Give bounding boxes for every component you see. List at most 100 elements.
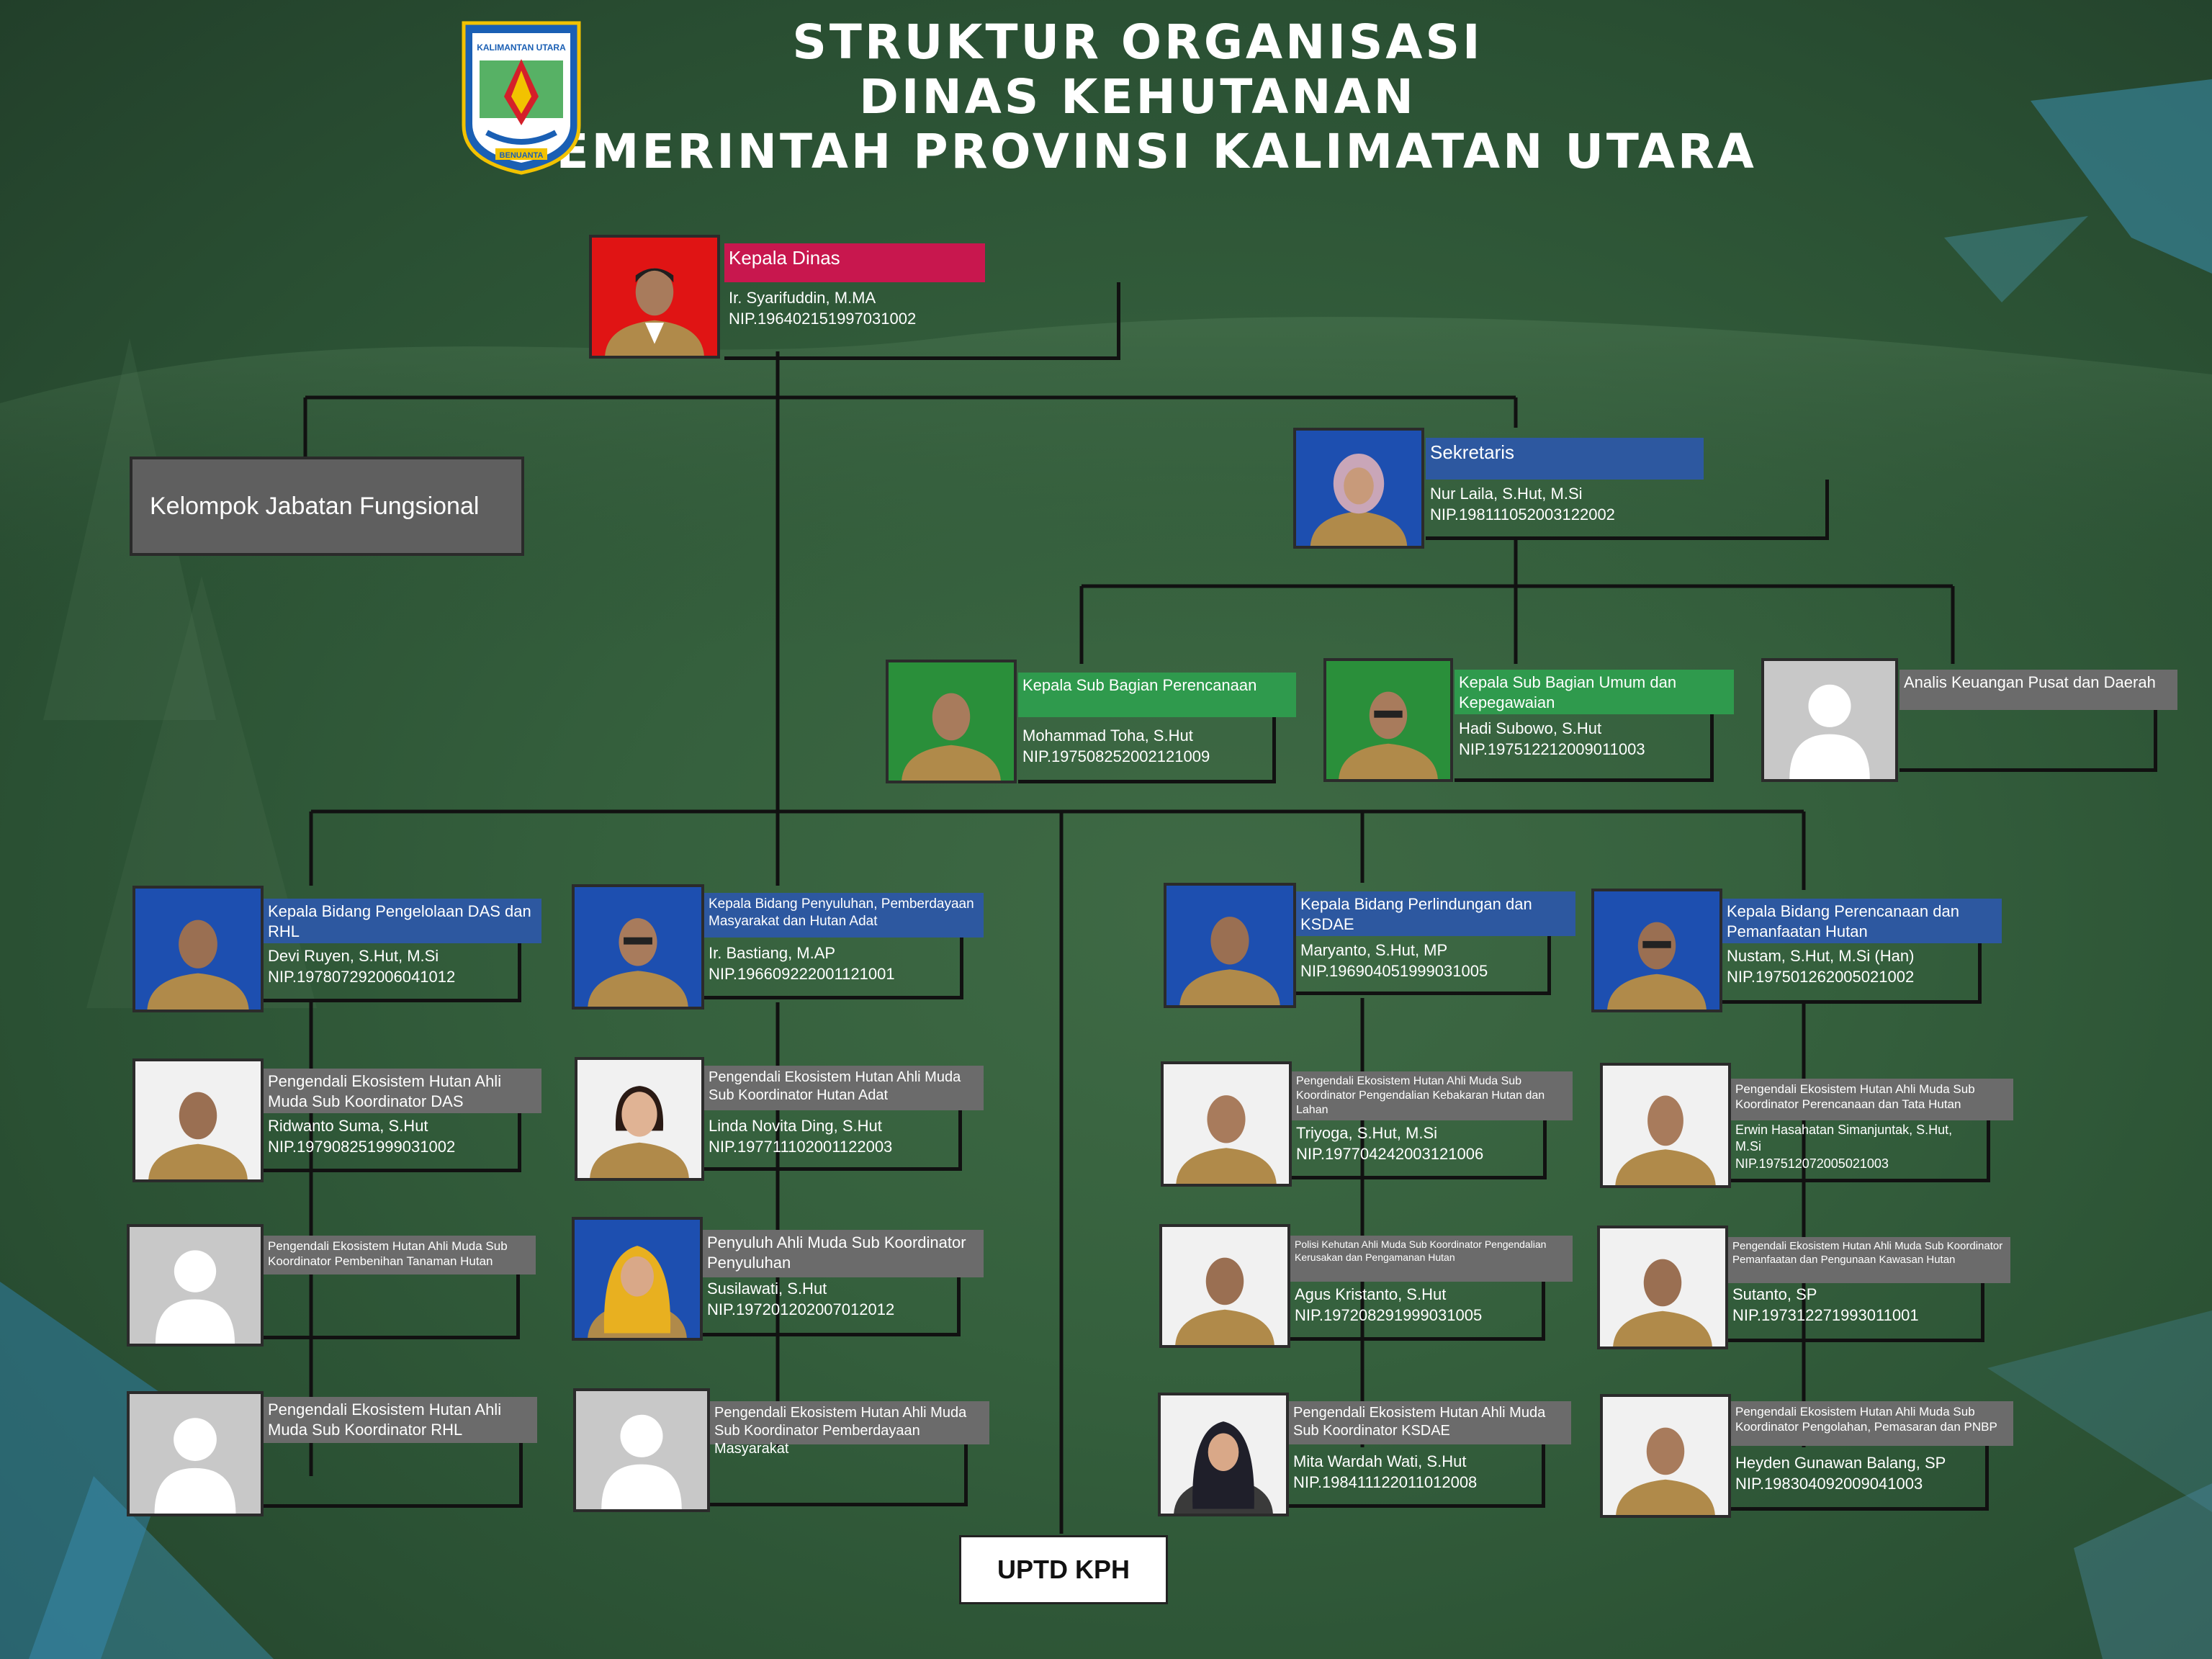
- person-portrait-icon: [902, 693, 1001, 781]
- kelompok-jabatan-fungsional-box: Kelompok Jabatan Fungsional: [130, 457, 524, 556]
- person-portrait-icon: [1613, 1259, 1712, 1346]
- staff-penyuluhan-photo: [572, 1217, 703, 1341]
- staff-hutan-adat-name: Linda Novita Ding, S.Hut: [709, 1117, 882, 1135]
- bidang-das-rhl-photo: [132, 886, 264, 1012]
- staff-pengolahan-photo: [1600, 1394, 1731, 1518]
- staff-tata-hutan-photo: [1600, 1063, 1731, 1188]
- logo-top-text: KALIMANTAN UTARA: [477, 42, 566, 53]
- staff-ksdae-nip: NIP.198411122011012008: [1293, 1473, 1478, 1491]
- chart-title-line1: STRUKTUR ORGANISASI: [792, 14, 1483, 70]
- subbag-perencanaan-photo: [886, 660, 1017, 783]
- bidang-das-rhl-nip: NIP.197807292006041012: [268, 967, 456, 986]
- uptd-kph-box: UPTD KPH: [959, 1535, 1168, 1604]
- bidang-perlindungan-photo: [1164, 883, 1296, 1008]
- staff-ksdae-name: Mita Wardah Wati, S.Hut: [1293, 1452, 1467, 1470]
- staff-penyuluhan-name: Susilawati, S.Hut: [707, 1280, 827, 1298]
- subbag-umum-info: Hadi Subowo, S.Hut NIP.19751221200901100…: [1455, 714, 1714, 782]
- kepala-nip: NIP.196402151997031002: [729, 309, 917, 328]
- staff-das-info: Ridwanto Suma, S.Hut NIP.197908251999031…: [264, 1113, 521, 1172]
- person-portrait-icon: [1607, 922, 1707, 1010]
- sekretaris-photo: [1293, 428, 1424, 549]
- staff-tata-hutan-info: Erwin Hasahatan Simanjuntak, S.Hut, M.Si…: [1731, 1120, 1990, 1182]
- staff-hutan-adat-role: Pengendali Ekosistem Hutan Ahli Muda Sub…: [704, 1066, 984, 1110]
- subbag-perencanaan-nip: NIP.197508252002121009: [1022, 747, 1210, 765]
- person-portrait-icon: [1616, 1427, 1715, 1515]
- avatar-placeholder-icon: [154, 1418, 236, 1514]
- person-portrait-icon: [1174, 1421, 1273, 1514]
- kepala-role: Kepala Dinas: [724, 243, 985, 282]
- staff-ksdae-role: Pengendali Ekosistem Hutan Ahli Muda Sub…: [1289, 1401, 1571, 1444]
- staff-das-role: Pengendali Ekosistem Hutan Ahli Muda Sub…: [264, 1069, 541, 1113]
- staff-pengamanan-info: Agus Kristanto, S.Hut NIP.19720829199903…: [1290, 1282, 1545, 1341]
- staff-pengamanan-role: Polisi Kehutan Ahli Muda Sub Koordinator…: [1290, 1236, 1573, 1282]
- bidang-penyuluhan-role: Kepala Bidang Penyuluhan, Pemberdayaan M…: [704, 893, 984, 938]
- staff-pembenihan-info: [264, 1274, 520, 1339]
- staff-pemanfaatan-name: Sutanto, SP: [1732, 1285, 1817, 1303]
- subbag-umum-nip: NIP.197512212009011003: [1459, 739, 1645, 758]
- sekretaris-nip: NIP.198111052003122002: [1430, 505, 1615, 523]
- staff-pemanfaatan-nip: NIP.197312271993011001: [1732, 1305, 1919, 1324]
- bidang-perlindungan-info: Maryanto, S.Hut, MP NIP.1969040519990310…: [1296, 936, 1551, 995]
- staff-rhl-photo: [127, 1391, 264, 1516]
- bidang-perencanaan-hutan-photo: [1591, 889, 1722, 1012]
- staff-pengamanan-name: Agus Kristanto, S.Hut: [1295, 1285, 1447, 1303]
- bidang-penyuluhan-name: Ir. Bastiang, M.AP: [709, 944, 836, 962]
- staff-pengolahan-info: Heyden Gunawan Balang, SP NIP.1983040920…: [1731, 1446, 1989, 1511]
- staff-pembenihan-photo: [127, 1224, 264, 1346]
- bidang-penyuluhan-photo: [572, 884, 704, 1010]
- bidang-perencanaan-hutan-nip: NIP.197501262005021002: [1727, 967, 1915, 986]
- staff-pemanfaatan-role: Pengendali Ekosistem Hutan Ahli Muda Sub…: [1728, 1237, 2010, 1283]
- staff-tata-hutan-name: Erwin Hasahatan Simanjuntak, S.Hut, M.Si: [1735, 1123, 1953, 1154]
- kepala-photo: [589, 235, 720, 359]
- staff-pemberdayaan-role: Pengendali Ekosistem Hutan Ahli Muda Sub…: [710, 1401, 989, 1457]
- subbag-perencanaan-info: Mohammad Toha, S.Hut NIP.197508252002121…: [1018, 717, 1276, 783]
- staff-pemanfaatan-photo: [1597, 1226, 1728, 1349]
- staff-das-photo: [132, 1058, 264, 1182]
- staff-das-name: Ridwanto Suma, S.Hut: [268, 1117, 428, 1135]
- analis-keuangan-photo: [1761, 658, 1898, 782]
- staff-pengolahan-role: Pengendali Ekosistem Hutan Ahli Muda Sub…: [1731, 1401, 2013, 1446]
- person-portrait-icon: [1179, 917, 1280, 1005]
- sekretaris-info: Nur Laila, S.Hut, M.Si NIP.1981110520031…: [1426, 480, 1829, 540]
- subbag-umum-photo: [1323, 658, 1453, 782]
- staff-kebakaran-role: Pengendali Ekosistem Hutan Ahli Muda Sub…: [1292, 1071, 1573, 1120]
- bidang-das-rhl-role: Kepala Bidang Pengelolaan DAS dan RHL: [264, 899, 541, 943]
- logo-bottom-text: BENUANTA: [500, 151, 544, 160]
- bidang-das-rhl-info: Devi Ruyen, S.Hut, M.Si NIP.197807292006…: [264, 943, 521, 1002]
- bidang-perlindungan-name: Maryanto, S.Hut, MP: [1300, 941, 1448, 959]
- staff-pengolahan-name: Heyden Gunawan Balang, SP: [1735, 1454, 1946, 1472]
- staff-pengolahan-nip: NIP.198304092009041003: [1735, 1474, 1923, 1493]
- kepala-name: Ir. Syarifuddin, M.MA: [729, 289, 876, 307]
- analis-keuangan-role: Analis Keuangan Pusat dan Daerah: [1899, 670, 2177, 710]
- staff-pembenihan-role: Pengendali Ekosistem Hutan Ahli Muda Sub…: [264, 1236, 536, 1274]
- staff-penyuluhan-nip: NIP.197201202007012012: [707, 1300, 895, 1318]
- bidang-perlindungan-role: Kepala Bidang Perlindungan dan KSDAE: [1296, 891, 1575, 936]
- staff-ksdae-info: Mita Wardah Wati, S.Hut NIP.198411122011…: [1289, 1444, 1545, 1508]
- subbag-perencanaan-role: Kepala Sub Bagian Perencanaan: [1018, 673, 1296, 717]
- staff-kebakaran-photo: [1161, 1061, 1292, 1187]
- bidang-das-rhl-name: Devi Ruyen, S.Hut, M.Si: [268, 947, 439, 965]
- avatar-placeholder-icon: [1789, 684, 1870, 779]
- org-chart-canvas: STRUKTUR ORGANISASI DINAS KEHUTANAN PEME…: [0, 0, 2212, 1659]
- chart-title-line3: PEMERINTAH PROVINSI KALIMATAN UTARA: [518, 124, 1757, 179]
- staff-pemberdayaan-info: [710, 1444, 968, 1506]
- bidang-penyuluhan-nip: NIP.196609222001121001: [709, 964, 895, 983]
- person-portrait-icon: [1175, 1257, 1274, 1345]
- sekretaris-role: Sekretaris: [1426, 438, 1704, 480]
- staff-kebakaran-nip: NIP.197704242003121006: [1296, 1144, 1484, 1163]
- subbag-umum-role: Kepala Sub Bagian Umum dan Kepegawaian: [1455, 670, 1734, 714]
- bidang-perlindungan-nip: NIP.196904051999031005: [1300, 961, 1488, 980]
- bidang-perencanaan-hutan-name: Nustam, S.Hut, M.Si (Han): [1727, 947, 1915, 965]
- person-portrait-icon: [588, 1246, 687, 1338]
- staff-tata-hutan-nip: NIP.197512072005021003: [1735, 1156, 1889, 1171]
- person-portrait-icon: [147, 920, 249, 1010]
- subbag-perencanaan-name: Mohammad Toha, S.Hut: [1022, 727, 1193, 745]
- avatar-placeholder-icon: [155, 1250, 235, 1344]
- staff-das-nip: NIP.197908251999031002: [268, 1137, 456, 1156]
- staff-hutan-adat-info: Linda Novita Ding, S.Hut NIP.19771110200…: [704, 1110, 962, 1171]
- staff-hutan-adat-photo: [575, 1057, 704, 1181]
- person-portrait-icon: [588, 918, 688, 1007]
- staff-hutan-adat-nip: NIP.197711102001122003: [709, 1137, 893, 1156]
- staff-tata-hutan-role: Pengendali Ekosistem Hutan Ahli Muda Sub…: [1731, 1079, 2013, 1120]
- subbag-umum-name: Hadi Subowo, S.Hut: [1459, 719, 1602, 737]
